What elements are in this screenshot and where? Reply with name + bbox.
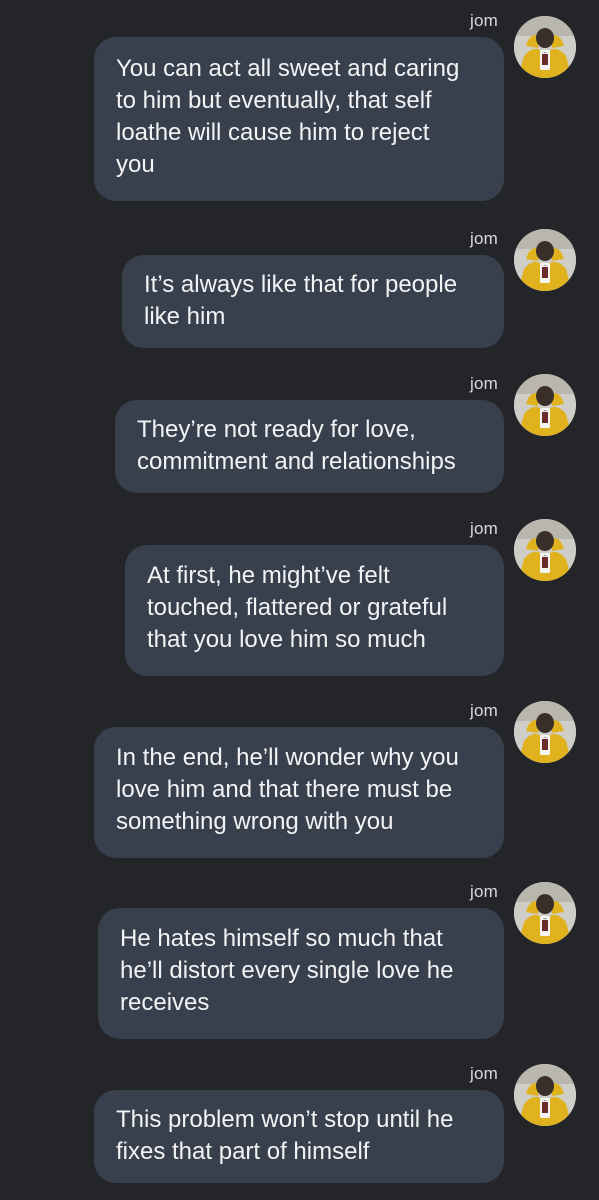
sender-name: jom xyxy=(470,374,498,393)
message-bubble[interactable]: They’re not ready for love, commitment a… xyxy=(115,400,504,493)
sender-name: jom xyxy=(470,11,498,30)
message-bubble[interactable]: This problem won’t stop until he fixes t… xyxy=(94,1090,504,1183)
sender-name: jom xyxy=(470,882,498,901)
user-avatar-icon[interactable] xyxy=(514,16,576,78)
sender-name: jom xyxy=(470,1064,498,1083)
user-avatar-icon[interactable] xyxy=(514,701,576,763)
user-avatar-icon[interactable] xyxy=(514,882,576,944)
user-avatar-icon[interactable] xyxy=(514,374,576,436)
user-avatar-icon[interactable] xyxy=(514,1064,576,1126)
user-avatar-icon[interactable] xyxy=(514,519,576,581)
sender-name: jom xyxy=(470,229,498,248)
message-bubble[interactable]: At first, he might’ve felt touched, flat… xyxy=(125,545,504,676)
user-avatar-icon[interactable] xyxy=(514,229,576,291)
sender-name: jom xyxy=(470,519,498,538)
message-bubble[interactable]: It’s always like that for people like hi… xyxy=(122,255,504,348)
message-bubble[interactable]: You can act all sweet and caring to him … xyxy=(94,37,504,201)
sender-name: jom xyxy=(470,701,498,720)
message-bubble[interactable]: He hates himself so much that he’ll dist… xyxy=(98,908,504,1039)
message-bubble[interactable]: In the end, he’ll wonder why you love hi… xyxy=(94,727,504,858)
